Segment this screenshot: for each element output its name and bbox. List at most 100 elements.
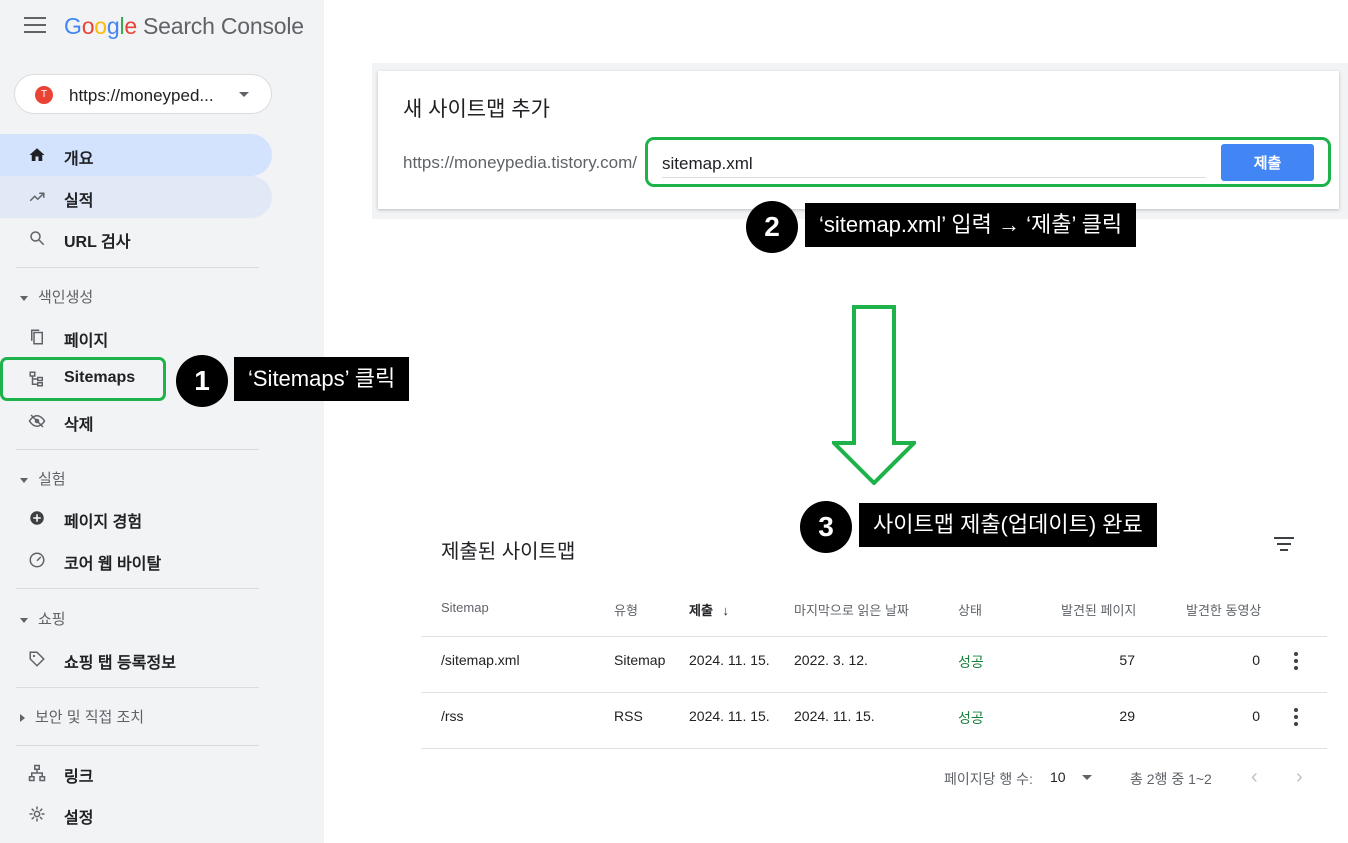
sidebar-item-label: 쇼핑 탭 등록정보 bbox=[64, 655, 176, 672]
sidebar-item-overview[interactable]: 개요 bbox=[0, 134, 272, 176]
eye-off-icon bbox=[28, 414, 46, 428]
sidebar-item-label: URL 검사 bbox=[64, 234, 131, 251]
cell-videos: 0 bbox=[1252, 652, 1260, 668]
cell-pages: 57 bbox=[1119, 652, 1135, 668]
section-header-experience[interactable]: 실험 bbox=[20, 468, 66, 492]
cell-type: RSS bbox=[614, 708, 643, 724]
step-label-2: ‘sitemap.xml’ 입력 → ‘제출’ 클릭 bbox=[805, 203, 1137, 247]
site-favicon-icon: T bbox=[35, 86, 53, 104]
table-divider bbox=[421, 636, 1327, 637]
cell-submitted: 2024. 11. 15. bbox=[689, 652, 770, 668]
sidebar-item-shopping-listings[interactable]: 쇼핑 탭 등록정보 bbox=[0, 638, 272, 680]
column-header-last-read[interactable]: 마지막으로 읽은 날짜 bbox=[794, 600, 909, 619]
network-links-icon bbox=[28, 764, 46, 782]
column-header-submitted[interactable]: 제출 ↓ bbox=[689, 600, 729, 619]
sidebar-divider bbox=[16, 588, 259, 589]
sidebar-item-label: 설정 bbox=[64, 810, 94, 827]
rows-per-page-select[interactable]: 10 bbox=[1050, 769, 1066, 785]
column-header-label: 제출 bbox=[689, 603, 713, 618]
add-sitemap-title: 새 사이트맵 추가 bbox=[403, 98, 550, 121]
plus-circle-icon bbox=[30, 511, 44, 525]
sidebar-item-pages[interactable]: 페이지 bbox=[0, 316, 272, 358]
table-divider bbox=[421, 692, 1327, 693]
logo-letter: g bbox=[106, 13, 120, 39]
section-title: 실험 bbox=[38, 471, 66, 488]
step-label-1: ‘Sitemaps’ 클릭 bbox=[234, 357, 410, 401]
chevron-down-icon bbox=[239, 92, 249, 97]
sidebar-divider bbox=[16, 449, 259, 450]
submitted-sitemaps-title: 제출된 사이트맵 bbox=[441, 541, 576, 563]
gear-icon bbox=[29, 806, 45, 822]
column-header-discovered-videos[interactable]: 발견한 동영상 bbox=[1186, 600, 1261, 619]
search-console-logo[interactable]: Google Search Console bbox=[64, 13, 304, 40]
highlight-box-input bbox=[645, 137, 1331, 187]
sidebar-item-settings[interactable]: 설정 bbox=[0, 793, 272, 835]
expand-triangle-icon bbox=[20, 714, 25, 723]
sidebar-item-links[interactable]: 링크 bbox=[0, 752, 272, 794]
home-icon bbox=[29, 148, 45, 161]
cell-last-read: 2024. 11. 15. bbox=[794, 708, 875, 724]
logo-letter: o bbox=[81, 13, 95, 39]
sidebar-item-label: 실적 bbox=[64, 193, 94, 210]
copy-pages-icon bbox=[31, 329, 43, 345]
section-header-security[interactable]: 보안 및 직접 조치 bbox=[20, 706, 144, 730]
column-header-discovered-pages[interactable]: 발견된 페이지 bbox=[1061, 600, 1136, 619]
cell-videos: 0 bbox=[1252, 708, 1260, 724]
sidebar-item-label: 개요 bbox=[64, 151, 94, 168]
menu-icon[interactable] bbox=[24, 17, 46, 33]
step-number-3: 3 bbox=[800, 501, 852, 553]
sidebar-divider bbox=[16, 745, 259, 746]
section-header-shopping[interactable]: 쇼핑 bbox=[20, 608, 66, 632]
collapse-triangle-icon bbox=[20, 477, 28, 483]
chevron-left-icon[interactable]: ‹ bbox=[1251, 766, 1258, 789]
sidebar-divider bbox=[16, 267, 259, 268]
collapse-triangle-icon bbox=[20, 617, 28, 623]
table-divider bbox=[421, 748, 1327, 749]
search-icon bbox=[30, 231, 45, 246]
more-vert-icon[interactable] bbox=[1294, 652, 1298, 670]
sidebar-item-label: 삭제 bbox=[64, 417, 94, 434]
column-header-type[interactable]: 유형 bbox=[614, 600, 638, 619]
highlight-box-sitemaps bbox=[0, 357, 166, 401]
sidebar-item-label: 페이지 경험 bbox=[64, 514, 143, 531]
cell-type: Sitemap bbox=[614, 652, 666, 668]
chevron-down-icon[interactable] bbox=[1082, 775, 1092, 780]
step-number-1: 1 bbox=[176, 355, 228, 407]
sidebar-item-performance[interactable]: 실적 bbox=[0, 176, 272, 218]
section-header-indexing[interactable]: 색인생성 bbox=[20, 286, 93, 310]
column-header-status[interactable]: 상태 bbox=[958, 600, 982, 619]
step-label-3: 사이트맵 제출(업데이트) 완료 bbox=[859, 503, 1157, 547]
cell-sitemap[interactable]: /sitemap.xml bbox=[441, 652, 520, 668]
cell-pages: 29 bbox=[1119, 708, 1135, 724]
sidebar-divider bbox=[16, 687, 259, 688]
column-header-sitemap[interactable]: Sitemap bbox=[441, 600, 489, 615]
sidebar-item-label: 코어 웹 바이탈 bbox=[64, 556, 162, 573]
more-vert-icon[interactable] bbox=[1294, 708, 1298, 726]
sidebar-item-core-web-vitals[interactable]: 코어 웹 바이탈 bbox=[0, 539, 272, 581]
section-title: 보안 및 직접 조치 bbox=[35, 709, 145, 726]
chevron-right-icon[interactable]: › bbox=[1296, 766, 1303, 789]
logo-letter: G bbox=[64, 13, 82, 39]
app-header: Google Search Console bbox=[0, 0, 324, 56]
sidebar-item-label: 페이지 bbox=[64, 333, 109, 350]
trending-up-icon bbox=[29, 192, 45, 202]
pagination-range: 총 2행 중 1~2 bbox=[1130, 771, 1212, 787]
product-name: Search Console bbox=[143, 13, 304, 39]
sidebar-item-page-experience[interactable]: 페이지 경험 bbox=[0, 497, 272, 539]
cell-status: 성공 bbox=[958, 654, 984, 670]
property-selector[interactable]: T https://moneyped... bbox=[14, 74, 272, 114]
cell-sitemap[interactable]: /rss bbox=[441, 708, 464, 724]
section-title: 쇼핑 bbox=[38, 611, 66, 628]
sort-arrow-down-icon: ↓ bbox=[722, 603, 730, 618]
sidebar-item-url-inspection[interactable]: URL 검사 bbox=[0, 217, 272, 259]
sidebar-item-removals[interactable]: 삭제 bbox=[0, 400, 272, 442]
cell-last-read: 2022. 3. 12. bbox=[794, 652, 868, 668]
filter-icon[interactable] bbox=[1274, 537, 1294, 551]
rows-per-page-label: 페이지당 행 수: bbox=[944, 771, 1033, 787]
tag-icon bbox=[29, 651, 45, 667]
collapse-triangle-icon bbox=[20, 295, 28, 301]
speedometer-icon bbox=[29, 552, 45, 568]
property-url: https://moneyped... bbox=[69, 86, 214, 105]
sitemap-url-prefix: https://moneypedia.tistory.com/ bbox=[403, 153, 638, 172]
sidebar: Google Search Console T https://moneyped.… bbox=[0, 0, 324, 843]
